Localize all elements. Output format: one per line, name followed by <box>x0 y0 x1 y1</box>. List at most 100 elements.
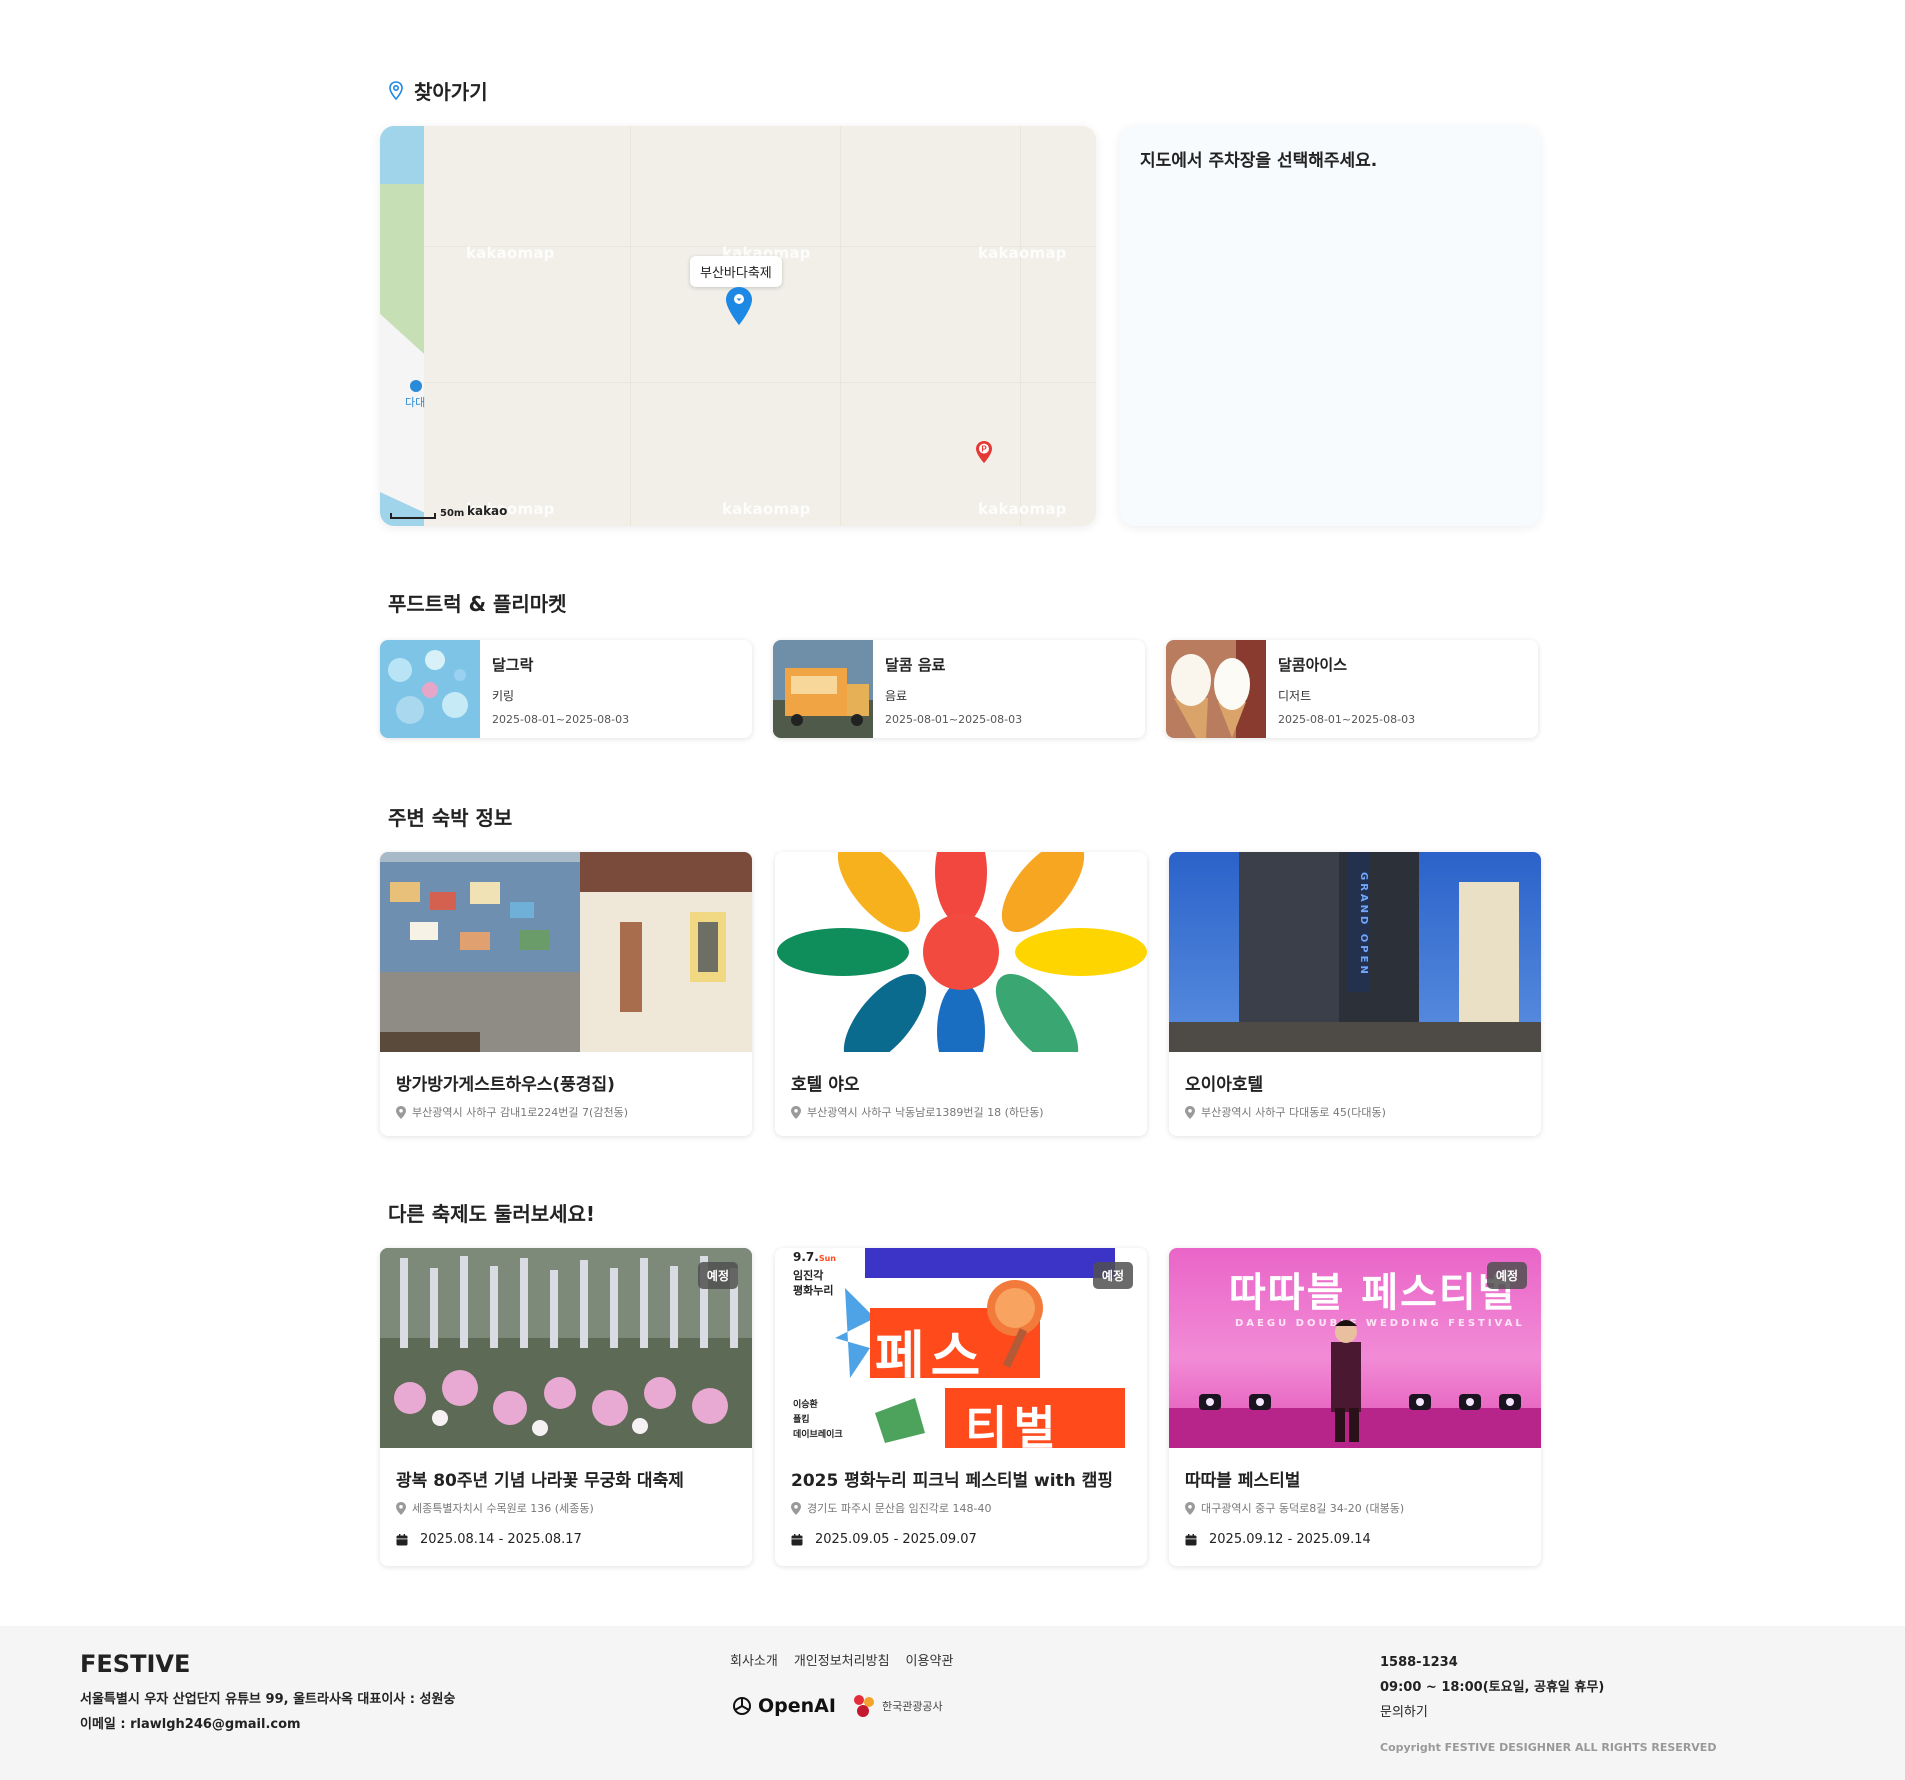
lodging-address-text: 부산광역시 사하구 다대동로 45(다대동) <box>1201 1106 1386 1119</box>
poster-big-text: 페스 <box>875 1325 987 1388</box>
food-name: 달그락 <box>492 656 534 674</box>
map-road <box>630 126 631 526</box>
location-icon <box>396 1105 406 1119</box>
poster-date-text: 9.7. <box>793 1250 819 1264</box>
kto-icon <box>853 1695 874 1717</box>
footer-email: 이메일 : rlawlgh246@gmail.com <box>80 1717 301 1732</box>
festival-address: 세종특별자치시 수목원로 136 (세종동) <box>396 1500 594 1516</box>
footer-hours: 09:00 ~ 18:00(토요일, 공휴일 휴무) <box>1380 1680 1605 1695</box>
festival-name: 2025 평화누리 피크닉 페스티벌 with 캠핑 <box>791 1471 1113 1491</box>
hotel-sign-text: GRAND OPEN <box>1358 871 1369 977</box>
festivals-heading: 다른 축제도 둘러보세요! <box>388 1202 596 1226</box>
poster-artist: 폴킴 <box>793 1415 810 1425</box>
lodging-image <box>380 852 752 1052</box>
festival-address-text: 세종특별자치시 수목원로 136 (세종동) <box>412 1502 594 1515</box>
poi-label: 다대 <box>405 396 426 409</box>
festival-date-text: 2025.09.12 - 2025.09.14 <box>1209 1532 1371 1547</box>
location-icon <box>791 1105 801 1119</box>
kto-text: 한국관광공사 <box>881 1700 943 1713</box>
food-name: 달콤 음료 <box>885 656 946 674</box>
parking-info-panel: 지도에서 주차장을 선택해주세요. <box>1120 126 1540 526</box>
festival-card[interactable]: 따따블 페스티벌 DAEGU DOUBLE WEDDING FESTIVAL 예… <box>1169 1248 1541 1566</box>
location-pin-icon <box>389 80 403 100</box>
poster-day: Sun <box>818 1254 836 1263</box>
poster-artist: 데이브레이크 <box>793 1430 843 1440</box>
festival-name: 광복 80주년 기념 나라꽃 무궁화 대축제 <box>396 1471 684 1491</box>
poster-artists: 이승환 폴킴 데이브레이크 <box>793 1398 843 1443</box>
festival-image: 9.7.Sun 임진각 평화누리 페스 티벌 이승환 폴킴 데이브레이크 <box>775 1248 1147 1448</box>
footer-phone: 1588-1234 <box>1380 1655 1458 1670</box>
food-card[interactable]: 달그락 키링 2025-08-01~2025-08-03 <box>380 640 752 738</box>
festival-date-text: 2025.09.05 - 2025.09.07 <box>815 1532 977 1547</box>
food-image <box>1166 640 1266 738</box>
food-category: 키링 <box>492 689 515 703</box>
status-badge: 예정 <box>697 1262 738 1289</box>
directions-title: 찾아가기 <box>414 80 488 104</box>
lodging-address-text: 부산광역시 사하구 감내1로224번길 7(감천동) <box>412 1106 628 1119</box>
food-image <box>380 640 480 738</box>
lodging-card[interactable]: 방가방가게스트하우스(풍경집) 부산광역시 사하구 감내1로224번길 7(감천… <box>380 852 752 1136</box>
lodging-name: 방가방가게스트하우스(풍경집) <box>396 1075 615 1095</box>
location-icon <box>396 1501 406 1515</box>
parking-marker-icon[interactable]: P <box>975 440 993 464</box>
food-card[interactable]: 달콤아이스 디저트 2025-08-01~2025-08-03 <box>1166 640 1538 738</box>
lodging-address: 부산광역시 사하구 감내1로224번길 7(감천동) <box>396 1104 628 1120</box>
openai-icon <box>733 1697 751 1715</box>
location-icon <box>1185 1501 1195 1515</box>
footer-brand: FESTIVE <box>80 1650 191 1678</box>
footer-link-privacy[interactable]: 개인정보처리방침 <box>794 1650 890 1669</box>
map[interactable]: kakaomap kakaomap kakaomap kakaomap kaka… <box>380 126 1096 526</box>
scale-bar <box>390 513 436 519</box>
footer-link-about[interactable]: 회사소개 <box>730 1650 778 1669</box>
footer-copyright: Copyright FESTIVE DESIGHNER ALL RIGHTS R… <box>1380 1741 1717 1754</box>
food-date: 2025-08-01~2025-08-03 <box>492 713 630 726</box>
poster-artist: 이승환 <box>793 1400 818 1410</box>
festival-address: 대구광역시 중구 동덕로8길 34-20 (대봉동) <box>1185 1500 1404 1516</box>
food-date: 2025-08-01~2025-08-03 <box>885 713 1023 726</box>
festival-image: 따따블 페스티벌 DAEGU DOUBLE WEDDING FESTIVAL <box>1169 1248 1541 1448</box>
poi-icon[interactable] <box>410 380 422 392</box>
food-category: 디저트 <box>1278 689 1312 703</box>
calendar-icon <box>791 1533 803 1545</box>
map-road <box>1020 126 1021 526</box>
parking-prompt: 지도에서 주차장을 선택해주세요. <box>1140 151 1378 171</box>
poster-venue-line: 평화누리 <box>793 1284 834 1297</box>
festival-image <box>380 1248 752 1448</box>
festival-address-text: 경기도 파주시 문산읍 임진각로 148-40 <box>807 1502 992 1515</box>
lodging-address-text: 부산광역시 사하구 낙동남로1389번길 18 (하단동) <box>807 1106 1044 1119</box>
map-marker-label: 부산바다축제 <box>690 256 782 287</box>
lodging-image: GRAND OPEN <box>1169 852 1541 1052</box>
food-category: 음료 <box>885 689 908 703</box>
footer-contact: 1588-1234 09:00 ~ 18:00(토요일, 공휴일 휴무) 문의하… <box>1380 1650 1604 1725</box>
lodging-card[interactable]: 호텔 야오 부산광역시 사하구 낙동남로1389번길 18 (하단동) <box>775 852 1147 1136</box>
map-scale: 50m <box>390 508 464 519</box>
poster-date: 9.7.Sun <box>793 1250 836 1264</box>
lodging-name: 호텔 야오 <box>791 1075 860 1095</box>
hotel-sign: GRAND OPEN <box>1347 852 1369 992</box>
festival-name: 따따블 페스티벌 <box>1185 1471 1301 1491</box>
status-badge: 예정 <box>1092 1262 1133 1289</box>
food-card[interactable]: 달콤 음료 음료 2025-08-01~2025-08-03 <box>773 640 1145 738</box>
lodging-heading: 주변 숙박 정보 <box>388 806 513 830</box>
footer-inquiry-link[interactable]: 문의하기 <box>1380 1700 1604 1725</box>
partner-logos: OpenAI 한국관광공사 <box>730 1692 943 1720</box>
festival-address: 경기도 파주시 문산읍 임진각로 148-40 <box>791 1500 992 1516</box>
festival-address-text: 대구광역시 중구 동덕로8길 34-20 (대봉동) <box>1201 1502 1405 1515</box>
directions-heading: 찾아가기 <box>388 76 488 105</box>
festival-marker-icon[interactable] <box>725 286 753 326</box>
footer-links: 회사소개 개인정보처리방침 이용약관 <box>730 1650 953 1669</box>
calendar-icon <box>1185 1533 1197 1545</box>
poster-venue: 임진각 평화누리 <box>793 1268 833 1298</box>
lodging-address: 부산광역시 사하구 낙동남로1389번길 18 (하단동) <box>791 1104 1044 1120</box>
street <box>1169 1022 1541 1052</box>
map-watermark: kakaomap <box>722 500 811 518</box>
festival-card[interactable]: 예정 광복 80주년 기념 나라꽃 무궁화 대축제 세종특별자치시 수목원로 1… <box>380 1248 752 1566</box>
festival-card[interactable]: 9.7.Sun 임진각 평화누리 페스 티벌 이승환 폴킴 데이브레이크 예정 … <box>775 1248 1147 1566</box>
festival-date: 2025.09.05 - 2025.09.07 <box>791 1532 977 1547</box>
map-road <box>840 126 841 526</box>
lodging-card[interactable]: GRAND OPEN 오이아호텔 부산광역시 사하구 다대동로 45(다대동) <box>1169 852 1541 1136</box>
footer-link-terms[interactable]: 이용약관 <box>906 1650 954 1669</box>
scale-label: 50m <box>440 508 465 519</box>
festival-date-text: 2025.08.14 - 2025.08.17 <box>420 1532 582 1547</box>
lodging-name: 오이아호텔 <box>1185 1075 1264 1095</box>
